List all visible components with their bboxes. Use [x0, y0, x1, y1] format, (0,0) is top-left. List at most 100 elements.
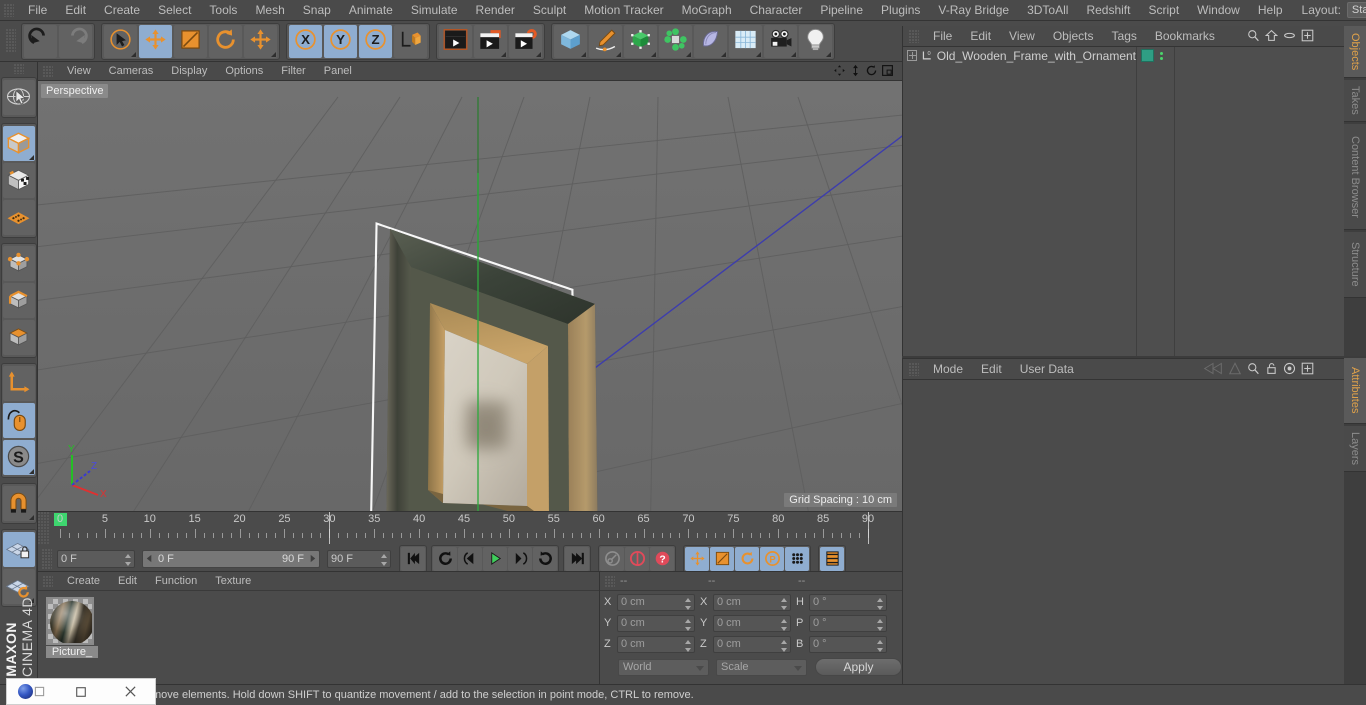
position-x-input[interactable]: 0 cm	[617, 593, 695, 611]
maximize-view-icon[interactable]	[881, 64, 894, 80]
mini-window[interactable]	[6, 678, 156, 705]
toolbar-gripper[interactable]	[6, 29, 16, 53]
scale-key-button[interactable]	[710, 546, 734, 571]
forward-nav-icon[interactable]	[1228, 361, 1242, 378]
object-menu-item-objects[interactable]: Objects	[1044, 26, 1103, 47]
transform-mode-dropdown[interactable]: Scale	[716, 658, 808, 676]
menu-item-v-ray-bridge[interactable]: V-Ray Bridge	[929, 0, 1018, 21]
spinner-icon[interactable]	[876, 618, 883, 631]
mograph-cloner-button[interactable]	[659, 24, 692, 58]
submenu-corner-icon[interactable]	[28, 515, 34, 520]
object-menu-item-tags[interactable]: Tags	[1103, 26, 1146, 47]
menu-item-simulate[interactable]: Simulate	[402, 0, 467, 21]
viewport-gripper[interactable]	[43, 65, 53, 77]
vertical-tab-layers[interactable]: Layers	[1344, 426, 1366, 472]
menu-item-redshift[interactable]: Redshift	[1077, 0, 1139, 21]
workplane-mode-button[interactable]	[2, 200, 35, 235]
edges-mode-button[interactable]	[2, 283, 35, 318]
close-icon[interactable]	[106, 679, 155, 704]
back-nav-icon[interactable]	[1203, 362, 1223, 378]
submenu-corner-icon[interactable]	[826, 51, 831, 57]
menu-item-select[interactable]: Select	[149, 0, 200, 21]
spinner-icon[interactable]	[780, 618, 787, 631]
position-key-button[interactable]	[685, 546, 709, 571]
submenu-corner-icon[interactable]	[756, 51, 761, 57]
submenu-corner-icon[interactable]	[651, 51, 656, 57]
menu-item-help[interactable]: Help	[1249, 0, 1292, 21]
spinner-icon[interactable]	[876, 597, 883, 610]
submenu-corner-icon[interactable]	[536, 51, 541, 57]
ellipse-icon[interactable]	[1283, 29, 1296, 45]
soft-selection-button[interactable]: S	[2, 440, 35, 475]
submenu-corner-icon[interactable]	[686, 51, 691, 57]
submenu-corner-icon[interactable]	[721, 51, 726, 57]
menu-item-3dtoall[interactable]: 3DToAll	[1018, 0, 1077, 21]
pla-key-button[interactable]: P	[760, 546, 784, 571]
object-manager-body[interactable]: 0 Old_Wooden_Frame_with_Ornament	[903, 47, 1344, 356]
position-y-input[interactable]: 0 cm	[617, 614, 695, 632]
position-z-input[interactable]: 0 cm	[617, 635, 695, 653]
material-item[interactable]: Picture_	[46, 597, 98, 658]
cube-primitive-button[interactable]	[554, 24, 587, 58]
menu-item-pipeline[interactable]: Pipeline	[811, 0, 872, 21]
spinner-icon[interactable]	[780, 597, 787, 610]
submenu-corner-icon[interactable]	[791, 51, 796, 57]
attribute-body[interactable]	[903, 380, 1344, 705]
rotate-button[interactable]	[209, 24, 242, 58]
submenu-corner-icon[interactable]	[271, 51, 276, 57]
vertical-tab-content-browser[interactable]: Content Browser	[1344, 124, 1366, 230]
menu-item-animate[interactable]: Animate	[340, 0, 402, 21]
menu-item-window[interactable]: Window	[1188, 0, 1249, 21]
dolly-icon[interactable]	[849, 64, 862, 80]
spinner-icon[interactable]	[380, 553, 387, 566]
plus-box-icon[interactable]	[1301, 362, 1314, 378]
redo-button[interactable]	[59, 24, 92, 58]
menubar-gripper[interactable]	[4, 3, 14, 17]
material-tag-icon[interactable]	[1141, 49, 1154, 62]
viewport-menu-item-filter[interactable]: Filter	[272, 61, 314, 82]
play-backwards-loop-button[interactable]	[433, 546, 457, 571]
timeline-ruler[interactable]: 051015202530354045505560657075808590	[38, 512, 902, 544]
object-menu-item-bookmarks[interactable]: Bookmarks	[1146, 26, 1224, 47]
spinner-icon[interactable]	[780, 639, 787, 652]
submenu-corner-icon[interactable]	[28, 155, 34, 160]
spinner-icon[interactable]	[124, 553, 131, 566]
submenu-corner-icon[interactable]	[616, 51, 621, 57]
left-toolbar-gripper[interactable]	[13, 64, 24, 74]
deformer-button[interactable]	[694, 24, 727, 58]
submenu-corner-icon[interactable]	[581, 51, 586, 57]
object-manager-gripper[interactable]	[909, 29, 919, 43]
rotation-h-input[interactable]: 0 °	[809, 593, 887, 611]
c4d-logo-icon[interactable]	[7, 679, 56, 704]
menu-item-render[interactable]: Render	[467, 0, 524, 21]
go-to-start-button[interactable]	[401, 546, 425, 571]
object-row[interactable]: 0 Old_Wooden_Frame_with_Ornament	[903, 47, 1136, 64]
range-right-handle-icon[interactable]	[308, 554, 317, 563]
step-back-button[interactable]	[458, 546, 482, 571]
point-level-anim-button[interactable]	[785, 546, 809, 571]
selection-button[interactable]	[104, 24, 137, 58]
vertical-tab-objects[interactable]: Objects	[1344, 26, 1366, 78]
vertical-tab-attributes[interactable]: Attributes	[1344, 358, 1366, 424]
points-mode-button[interactable]	[2, 246, 35, 281]
go-to-end-button[interactable]	[565, 546, 589, 571]
z-axis-button[interactable]: Z	[359, 24, 392, 58]
spinner-icon[interactable]	[684, 639, 691, 652]
undo-button[interactable]	[24, 24, 57, 58]
enable-axis-mouse-button[interactable]	[2, 403, 35, 438]
material-list[interactable]: Picture_	[38, 591, 599, 658]
menu-item-file[interactable]: File	[19, 0, 56, 21]
rotation-p-input[interactable]: 0 °	[809, 614, 887, 632]
rotation-key-button[interactable]	[735, 546, 759, 571]
home-icon[interactable]	[1264, 29, 1279, 45]
coord-system-dropdown[interactable]: World	[618, 658, 710, 676]
end-frame-field[interactable]: 90 F	[327, 549, 391, 568]
texture-mode-button[interactable]	[2, 163, 35, 198]
range-left-handle-icon[interactable]	[145, 554, 154, 563]
menu-item-script[interactable]: Script	[1139, 0, 1188, 21]
menu-item-create[interactable]: Create	[95, 0, 149, 21]
camera-button[interactable]	[764, 24, 797, 58]
object-axis-button[interactable]	[2, 366, 35, 401]
viewport-menu-item-view[interactable]: View	[58, 61, 100, 82]
size-y-input[interactable]: 0 cm	[713, 614, 791, 632]
